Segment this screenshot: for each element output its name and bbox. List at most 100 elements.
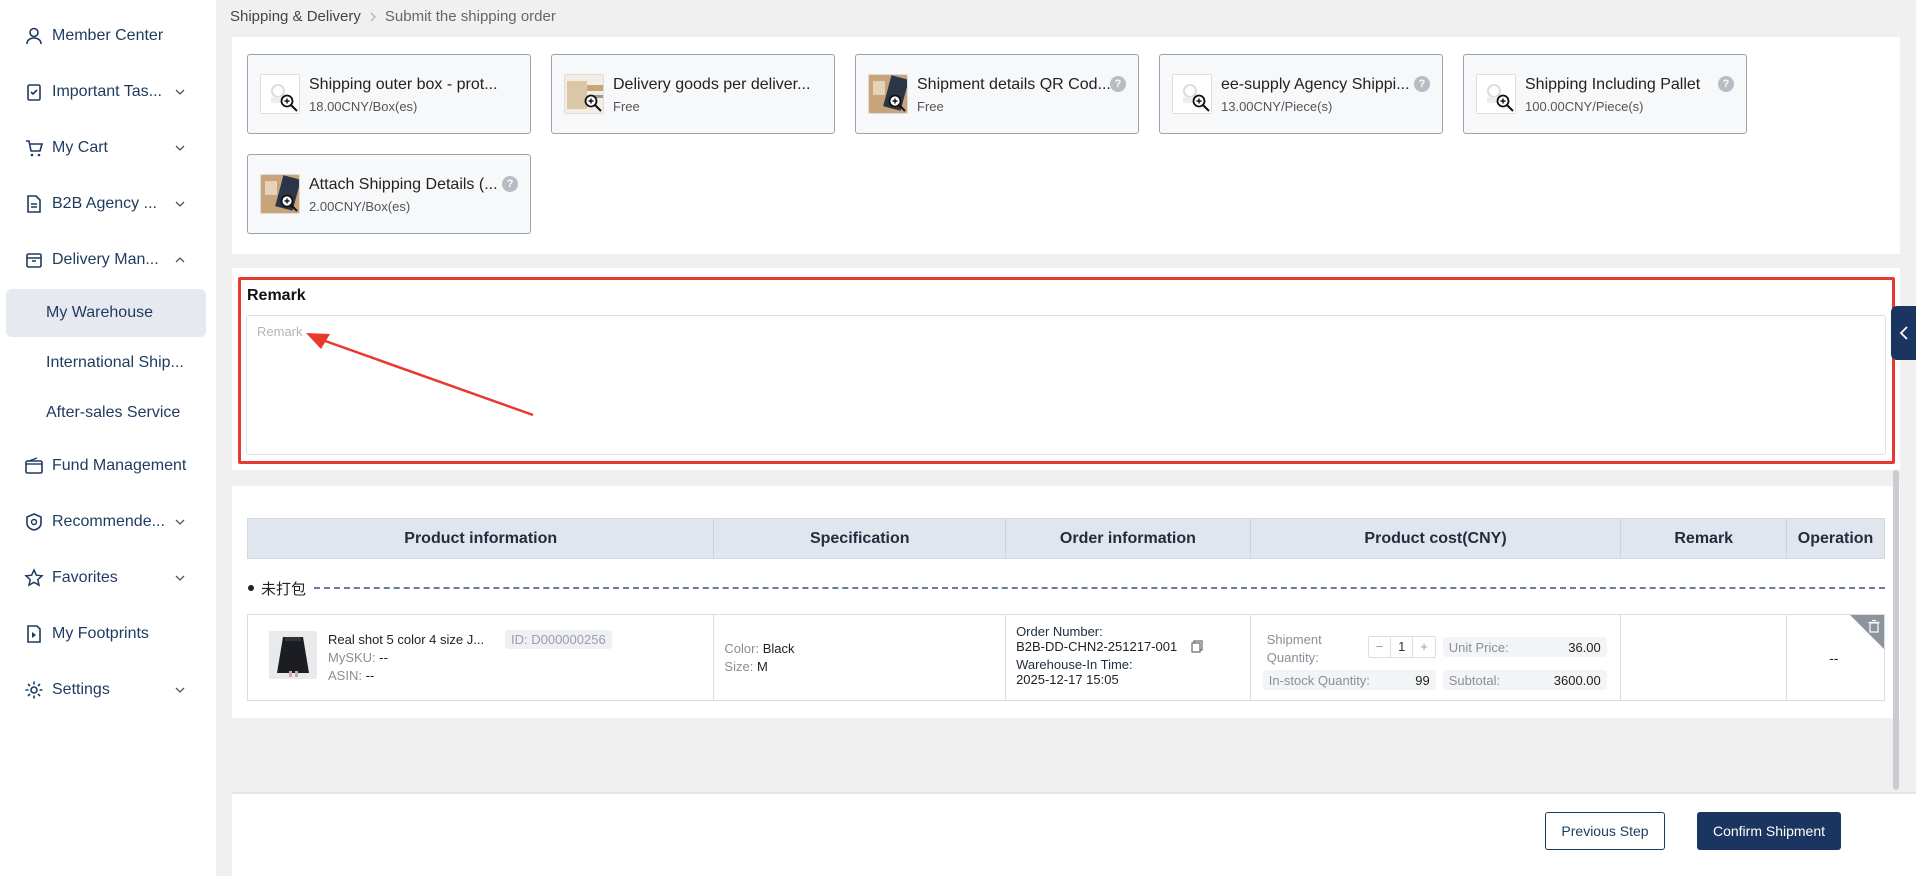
breadcrumb-parent[interactable]: Shipping & Delivery (230, 8, 361, 25)
header-order-information: Order information (1006, 519, 1251, 558)
order-number-label: Order Number: (1016, 624, 1103, 639)
help-icon[interactable]: ? (1414, 76, 1430, 92)
sidebar-item-fund-management[interactable]: Fund Management (0, 446, 216, 486)
service-card-attach-details[interactable]: Attach Shipping Details (... 2.00CNY/Box… (247, 154, 531, 234)
chevron-down-icon (175, 145, 185, 151)
product-image[interactable] (269, 631, 317, 679)
cell-remark (1621, 615, 1788, 700)
order-number-value: B2B-DD-CHN2-251217-001 (1016, 639, 1178, 654)
zoom-icon[interactable] (887, 93, 907, 113)
bullet (248, 585, 254, 591)
header-product-information: Product information (248, 519, 715, 558)
badge-icon (26, 513, 42, 531)
help-icon[interactable]: ? (1110, 76, 1126, 92)
header-specification: Specification (714, 519, 1007, 558)
sidebar-item-label: Favorites (52, 569, 118, 586)
collapse-panel-tab[interactable] (1891, 306, 1916, 360)
service-thumbnail (1476, 74, 1516, 114)
sidebar-item-label: My Cart (52, 139, 108, 156)
service-thumbnail (260, 174, 300, 214)
service-name: Attach Shipping Details (... (309, 176, 498, 193)
copy-icon[interactable] (1191, 640, 1203, 653)
cell-product-info: Real shot 5 color 4 size J... ID: D00000… (248, 615, 715, 700)
instock-value: 99 (1415, 672, 1430, 688)
clipboard-icon (27, 84, 41, 101)
header-product-cost: Product cost(CNY) (1251, 519, 1622, 558)
zoom-icon[interactable] (279, 193, 299, 213)
unit-price-label: Unit Price: (1448, 639, 1509, 655)
service-card-delivery-goods[interactable]: Delivery goods per deliver... Free (551, 54, 835, 134)
sidebar-item-delivery-management[interactable]: Delivery Man... (0, 240, 216, 280)
previous-step-button[interactable]: Previous Step (1545, 812, 1665, 850)
asin-field: ASIN: -- (328, 668, 374, 683)
help-icon[interactable]: ? (1718, 76, 1734, 92)
user-icon (26, 27, 42, 45)
sidebar-subitem-international-shipping[interactable]: International Ship... (6, 339, 206, 387)
sidebar-item-important-tasks[interactable]: Important Tas... (0, 72, 216, 112)
cart-icon (26, 140, 44, 157)
service-price: 100.00CNY/Piece(s) (1525, 99, 1644, 114)
footprint-icon (27, 625, 41, 643)
sidebar-item-label: B2B Agency ... (52, 195, 157, 212)
zoom-icon[interactable] (1495, 93, 1515, 113)
service-card-qr-code[interactable]: Shipment details QR Cod... Free ? (855, 54, 1139, 134)
confirm-shipment-button[interactable]: Confirm Shipment (1697, 812, 1841, 850)
quantity-stepper[interactable]: − 1 + (1367, 636, 1436, 658)
sidebar-item-b2b-agency[interactable]: B2B Agency ... (0, 184, 216, 224)
sidebar-item-settings[interactable]: Settings (0, 670, 216, 710)
chevron-up-icon (175, 257, 185, 263)
trash-icon[interactable] (1849, 615, 1884, 649)
quantity-value[interactable]: 1 (1390, 637, 1414, 657)
service-card-pallet[interactable]: Shipping Including Pallet 100.00CNY/Piec… (1463, 54, 1747, 134)
service-thumbnail (868, 74, 908, 114)
cell-operation: -- (1787, 615, 1884, 700)
sidebar-item-label: Recommende... (52, 513, 165, 530)
service-name: Delivery goods per deliver... (613, 76, 811, 93)
wallet-icon (25, 457, 43, 474)
service-thumbnail (1172, 74, 1212, 114)
chevron-down-icon (175, 201, 185, 207)
sidebar-item-label: Settings (52, 681, 110, 698)
scrollbar[interactable] (1893, 470, 1899, 790)
help-icon[interactable]: ? (502, 176, 518, 192)
unit-price-value: 36.00 (1568, 639, 1601, 655)
sidebar-item-favorites[interactable]: Favorites (0, 558, 216, 598)
header-remark: Remark (1621, 519, 1788, 558)
table-row: Real shot 5 color 4 size J... ID: D00000… (247, 614, 1885, 701)
gear-icon (25, 681, 43, 699)
operation-value: -- (1829, 650, 1839, 666)
service-price: 13.00CNY/Piece(s) (1221, 99, 1333, 114)
sidebar-subitem-my-warehouse[interactable]: My Warehouse (6, 289, 206, 337)
increment-button[interactable]: + (1413, 637, 1434, 657)
service-card-outer-box[interactable]: Shipping outer box - prot... 18.00CNY/Bo… (247, 54, 531, 134)
service-thumbnail (564, 74, 604, 114)
chevron-down-icon (175, 89, 185, 95)
warehouse-in-value: 2025-12-17 15:05 (1016, 672, 1119, 687)
service-name: Shipping outer box - prot... (309, 76, 498, 93)
sidebar-item-label: Delivery Man... (52, 251, 159, 268)
sidebar-item-my-footprints[interactable]: My Footprints (0, 614, 216, 654)
mysku-field: MySKU: -- (328, 650, 388, 665)
sidebar-item-recommended[interactable]: Recommende... (0, 502, 216, 542)
sidebar-item-my-cart[interactable]: My Cart (0, 128, 216, 168)
product-title[interactable]: Real shot 5 color 4 size J... (328, 632, 484, 647)
breadcrumb: Shipping & Delivery Submit the shipping … (230, 8, 556, 25)
subtotal-label: Subtotal: (1448, 672, 1501, 688)
instock-qty-field: In-stock Quantity: 99 (1262, 670, 1436, 690)
service-price: Free (917, 99, 944, 114)
sidebar-subitem-after-sales[interactable]: After-sales Service (6, 389, 206, 437)
zoom-icon[interactable] (279, 93, 299, 113)
size-field: Size: M (724, 659, 767, 674)
subtotal-value: 3600.00 (1553, 672, 1601, 688)
sidebar: Member Center Important Tas... My Cart B… (0, 0, 216, 876)
color-value: Black (762, 641, 795, 656)
zoom-icon[interactable] (1191, 93, 1211, 113)
shipment-qty-label: Shipment Quantity: (1266, 632, 1322, 665)
sidebar-item-member-center[interactable]: Member Center (0, 16, 216, 56)
zoom-icon[interactable] (583, 93, 603, 113)
box-icon (26, 253, 42, 268)
decrement-button[interactable]: − (1369, 637, 1390, 657)
warehouse-in-label: Warehouse-In Time: (1016, 657, 1133, 672)
group-label: 未打包 (261, 580, 307, 598)
service-card-agency-shipping[interactable]: ee-supply Agency Shippi... 13.00CNY/Piec… (1159, 54, 1443, 134)
